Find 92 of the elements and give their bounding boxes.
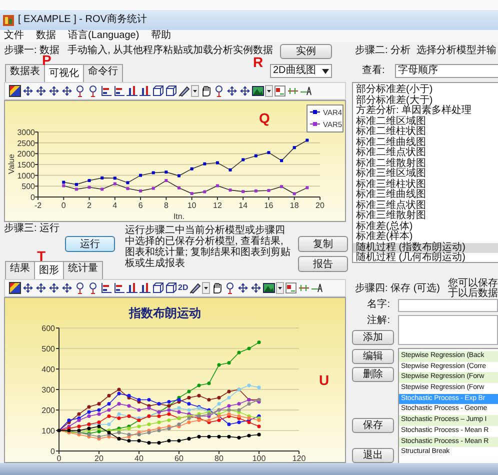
tick-label: -2 <box>34 201 42 210</box>
tick-label: 0 <box>61 201 66 210</box>
note-text: 您可以保存 <box>448 279 498 289</box>
tab[interactable]: 图形 <box>34 261 64 279</box>
axis-title: Value <box>7 154 16 174</box>
tick-label: 10 <box>187 201 196 210</box>
tick-label: 16 <box>264 201 274 210</box>
field-label: 名字: <box>366 299 391 312</box>
list-item[interactable]: 随机过程 (指数布朗运动) <box>353 242 498 253</box>
tab[interactable]: 数据表 <box>5 64 45 82</box>
tick-label: 20 <box>316 201 324 210</box>
tick-label: 18 <box>290 201 299 210</box>
view-label: 查看: <box>362 65 385 77</box>
tab[interactable]: 统计量 <box>63 261 103 279</box>
step-description: 手动输入, 从其他程序粘贴或加载分析实例数据 <box>68 45 274 57</box>
tick-label: 500 <box>22 182 35 192</box>
list-item[interactable]: 标准二维点状图 <box>353 148 498 158</box>
annotation-letter: T <box>37 248 46 264</box>
window-title: [ EXAMPLE ] - ROV商务统计 <box>18 14 147 26</box>
mode-button[interactable]: 2D <box>178 283 188 293</box>
tick-label: 1500 <box>17 160 35 170</box>
note-text: 于以后数据 <box>448 289 498 299</box>
run-button[interactable]: 运行 <box>65 236 115 252</box>
tab[interactable]: 结果 <box>5 261 35 279</box>
tab[interactable]: 可视化 <box>44 64 84 82</box>
tick-label: 12 <box>213 201 222 210</box>
sort-dropdown[interactable]: 字母顺序 <box>394 64 498 78</box>
tab[interactable]: 命令行 <box>83 64 123 82</box>
list-item[interactable]: 标准二维曲线图 <box>353 138 498 148</box>
tick-label: 100 <box>252 454 266 462</box>
tick-label: 2000 <box>17 150 35 159</box>
list-item[interactable]: 标准二维柱状图 <box>353 127 498 138</box>
menu-item[interactable]: 语言(Language) <box>68 30 140 42</box>
list-item[interactable]: 标准三维曲线图 <box>353 190 498 200</box>
list-item[interactable]: 随机过程 (几何布朗运动) <box>353 253 498 262</box>
tick-label: 2500 <box>17 138 35 148</box>
annotation-letter: Q <box>259 110 270 126</box>
edit-button[interactable]: 编辑 <box>352 349 394 364</box>
copy-button[interactable]: 复制 <box>298 236 348 252</box>
example-button[interactable]: 实例 <box>280 44 332 58</box>
tick-label: 0 <box>56 454 62 462</box>
step-description: 选择分析模型并输 <box>416 45 497 57</box>
menu-item[interactable]: 帮助 <box>151 30 172 42</box>
list-item[interactable]: 部分标准差(大于) <box>353 96 498 106</box>
tick-label: 100 <box>42 426 55 436</box>
add-button[interactable]: 添加 <box>352 330 394 345</box>
tick-label: 14 <box>238 201 248 210</box>
exit-button[interactable]: 退出 <box>352 448 394 463</box>
step-label: 步骤三: 运行 <box>3 222 61 236</box>
list-item[interactable]: 方差分析: 单因素多样处理 <box>353 106 498 116</box>
list-item[interactable]: 标准二维散射图 <box>353 158 498 169</box>
menu-item[interactable]: 文件 <box>4 30 24 42</box>
field-label: 注解: <box>366 315 391 328</box>
list-item[interactable]: 标准差(样本) <box>353 232 498 242</box>
menu-item[interactable]: 数据 <box>36 30 56 42</box>
tick-label: 2 <box>87 201 92 210</box>
annotation-letter: R <box>253 54 264 70</box>
tick-label: 500 <box>42 344 55 354</box>
list-item[interactable]: 部分标准差(小于) <box>353 85 498 96</box>
tick-label: 80 <box>214 454 224 462</box>
tick-label: 6 <box>138 201 143 210</box>
delete-button[interactable]: 删除 <box>352 367 394 382</box>
axis-title: Itn. <box>173 212 185 221</box>
list-item[interactable]: 标准三维柱状图 <box>353 180 498 190</box>
list-item[interactable]: 标准差(总体) <box>353 222 498 232</box>
tick-label: 0 <box>30 193 35 202</box>
annotation-letter: U <box>319 372 330 388</box>
save-button[interactable]: 保存 <box>352 418 394 433</box>
report-button[interactable]: 报告 <box>298 256 348 272</box>
step-label: 步骤二: 分析 <box>355 45 411 57</box>
tick-label: 8 <box>164 201 168 210</box>
tick-label: 60 <box>174 454 184 462</box>
tick-label: 120 <box>292 454 306 462</box>
run-description: 运行步骤二中当前分析模型或步骤四中选择的已保存分析模型, 查看结果, 图表和统计量; 复制结果和图表到剪贴板或生成报表 <box>125 224 292 271</box>
tick-label: 0 <box>50 447 55 456</box>
tick-label: 4 <box>112 201 118 210</box>
tick-label: 1000 <box>17 171 35 180</box>
list-item[interactable]: 标准三维散射图 <box>353 211 498 222</box>
list-item[interactable]: 标准三维点状图 <box>353 200 498 211</box>
tick-label: 300 <box>42 386 55 394</box>
tick-label: 200 <box>42 406 55 415</box>
chart-title: 指数布朗运动 <box>129 306 201 320</box>
tick-label: 400 <box>42 365 55 374</box>
list-item[interactable]: 标准二维区域图 <box>353 116 498 127</box>
chart-type-dropdown[interactable]: 2D曲线图 <box>270 64 332 78</box>
tick-label: 3000 <box>17 128 35 137</box>
tick-label: 600 <box>42 324 55 333</box>
tick-label: 40 <box>134 454 144 462</box>
step-label: 步骤一: 数据 <box>4 45 60 56</box>
step-label: 步骤四: 保存 (可选) <box>355 283 440 295</box>
tick-label: 20 <box>94 454 104 462</box>
list-item[interactable]: 标准三维区域图 <box>353 169 498 180</box>
